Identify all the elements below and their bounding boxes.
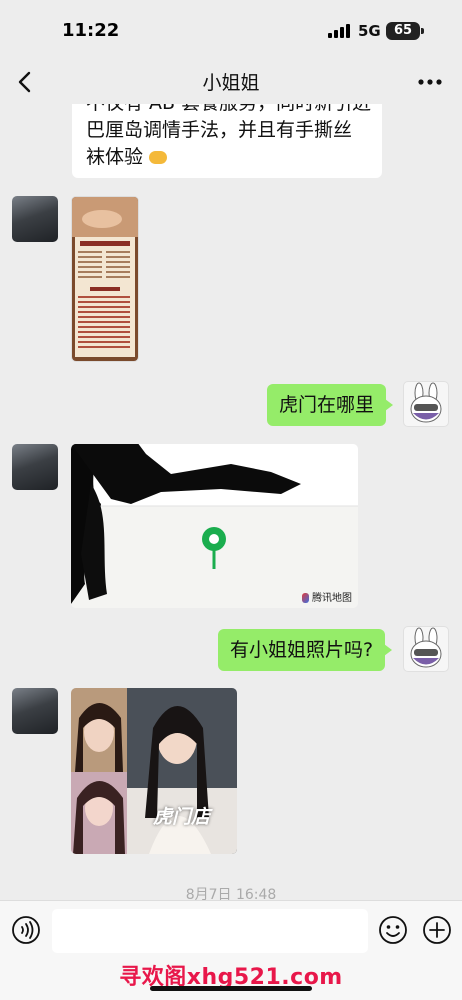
message-line: 巴厘岛调情手法，并且有手撕丝: [86, 119, 353, 141]
location-map-card[interactable]: 腾讯地图: [71, 444, 358, 608]
contact-avatar[interactable]: [12, 196, 58, 242]
more-dots-icon: [418, 79, 442, 85]
more-button[interactable]: [416, 68, 444, 96]
map-provider: 腾讯地图: [301, 589, 352, 604]
photo-caption: 虎门店: [153, 806, 211, 828]
bunny-icon: [410, 382, 442, 423]
emoji-button[interactable]: [378, 915, 408, 945]
photo-collage-graphic: [71, 688, 237, 854]
message-line: 袜体验: [86, 144, 368, 171]
my-avatar[interactable]: [403, 381, 449, 427]
menu-image-graphic: [72, 197, 138, 361]
smiley-icon: [379, 916, 407, 944]
status-bar: 11:22 5G 65: [0, 0, 462, 58]
plus-button[interactable]: [422, 915, 452, 945]
input-bar: 寻欢阁xhg521.com: [0, 900, 462, 1000]
bunny-icon: [410, 627, 442, 668]
chat-title: 小姐姐: [202, 72, 260, 94]
plus-icon: [423, 916, 451, 944]
outgoing-text-message[interactable]: 有小姐姐照片吗?: [218, 629, 393, 671]
map-pin-icon: [202, 527, 226, 569]
home-indicator[interactable]: [150, 986, 312, 991]
incoming-text-message[interactable]: 不仅有 AB 套餐服务，同时新引进 巴厘岛调情手法，并且有手撕丝 袜体验: [72, 104, 382, 178]
chat-area[interactable]: 不仅有 AB 套餐服务，同时新引进 巴厘岛调情手法，并且有手撕丝 袜体验: [0, 104, 462, 900]
battery-icon: 65: [386, 22, 424, 40]
message-line: 不仅有 AB 套餐服务，同时新引进: [86, 104, 371, 117]
emoji-icon: [149, 151, 168, 164]
signal-icon: [328, 24, 352, 38]
map-logo-icon: [301, 593, 309, 603]
message-timestamp: 8月7日 16:48: [185, 887, 277, 900]
outgoing-text-message[interactable]: 虎门在哪里: [267, 384, 394, 426]
voice-button[interactable]: [11, 915, 41, 945]
my-avatar[interactable]: [403, 626, 449, 672]
photo-collage[interactable]: 虎门店: [71, 688, 237, 854]
menu-image[interactable]: [71, 196, 139, 362]
status-time: 11:22: [62, 20, 120, 41]
nav-bar: 小姐姐: [0, 58, 462, 104]
contact-avatar[interactable]: [12, 444, 58, 490]
voice-icon: [12, 916, 40, 944]
message-input[interactable]: [52, 909, 368, 953]
network-type: 5G: [358, 22, 381, 40]
contact-avatar[interactable]: [12, 688, 58, 734]
